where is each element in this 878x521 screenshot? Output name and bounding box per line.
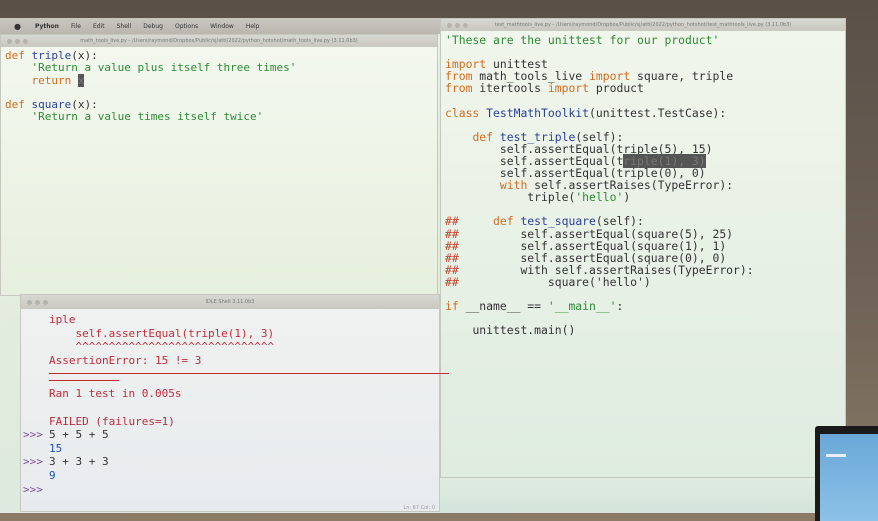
string-literal: 'Return a value times itself twice' bbox=[31, 110, 264, 124]
shell-prompt: >>> bbox=[23, 455, 43, 469]
shell-titlebar[interactable]: IDLE Shell 3.11.0b3 bbox=[21, 295, 439, 309]
editor-empty-area bbox=[440, 478, 846, 513]
apple-icon[interactable]: ● bbox=[14, 22, 21, 31]
monitor-display bbox=[820, 434, 878, 521]
code-token: __name__ == bbox=[465, 299, 548, 314]
code-token: square('hello') bbox=[547, 274, 651, 289]
window-title: test_mathtools_live.py - /Users/raymond/… bbox=[494, 22, 792, 28]
menu-file[interactable]: File bbox=[71, 23, 81, 30]
code-line: from itertools import product bbox=[445, 82, 841, 94]
shell-error-text bbox=[49, 401, 56, 414]
code-token: triple( bbox=[527, 190, 576, 205]
function-name: TestMathToolkit bbox=[486, 105, 590, 120]
shell-error-text: ^^^^^^^^^^^^^^^^^^^^^^^^^^^^^^ bbox=[49, 340, 275, 354]
string-literal: 'Return a value plus itself three times' bbox=[31, 61, 297, 75]
shell-error-text: iple bbox=[49, 313, 76, 326]
shell-error-text: Ran 1 test in 0.005s bbox=[49, 387, 182, 401]
code-line: ## square('hello') bbox=[445, 276, 841, 288]
shell-status: Ln: 67 Col: 0 bbox=[403, 505, 435, 511]
code-editor-text[interactable]: def triple(x): 'Return a value plus itse… bbox=[1, 47, 437, 127]
code-line: unittest.main() bbox=[445, 324, 841, 336]
code-token: (x): bbox=[71, 49, 98, 62]
idle-shell-window: IDLE Shell 3.11.0b3 iple self.assertEqua… bbox=[20, 294, 449, 513]
shell-line: Ran 1 test in 0.005s bbox=[49, 387, 435, 401]
code-token: square, triple bbox=[637, 69, 734, 84]
code-line: triple('hello') bbox=[445, 191, 841, 203]
separator-line bbox=[49, 380, 119, 382]
projected-screen: ● Python File Edit Shell Debug Options W… bbox=[0, 18, 846, 513]
separator-line bbox=[49, 373, 449, 375]
keyword: def bbox=[5, 98, 32, 112]
external-monitor bbox=[815, 426, 878, 521]
code-line: 'These are the unittest for our product' bbox=[445, 34, 841, 46]
shell-prompt: >>> bbox=[23, 428, 43, 442]
code-line: class TestMathToolkit(unittest.TestCase)… bbox=[445, 107, 841, 119]
editor-window-math-tools: math_tools_live.py - /Users/raymond/Drop… bbox=[0, 34, 438, 296]
function-name: square bbox=[31, 98, 72, 112]
code-line: if __name__ == '__main__': bbox=[445, 300, 841, 312]
code-token: unittest.main() bbox=[472, 323, 576, 338]
shell-result: 15 bbox=[49, 441, 63, 455]
shell-line: ^^^^^^^^^^^^^^^^^^^^^^^^^^^^^^ bbox=[49, 340, 435, 354]
keyword: import bbox=[547, 81, 596, 96]
shell-text[interactable]: iple self.assertEqual(triple(1), 3) ^^^^… bbox=[21, 309, 449, 499]
menu-help[interactable]: Help bbox=[246, 23, 260, 30]
editor-window-test-mathtools: test_mathtools_live.py - /Users/raymond/… bbox=[440, 18, 846, 478]
code-line: 'Return a value times itself twice' bbox=[5, 111, 433, 123]
menu-edit[interactable]: Edit bbox=[93, 23, 105, 30]
string-literal: 'hello' bbox=[575, 190, 624, 205]
shell-error-text: FAILED (failures=1) bbox=[49, 414, 175, 428]
code-token: : bbox=[616, 299, 624, 314]
shell-line: >>> 3 + 3 + 3 bbox=[23, 455, 435, 469]
shell-line: FAILED (failures=1) bbox=[49, 415, 435, 429]
code-editor-text[interactable]: 'These are the unittest for our product'… bbox=[441, 31, 845, 339]
shell-input bbox=[49, 483, 56, 496]
string-literal: '__main__' bbox=[547, 299, 617, 314]
code-token: (x): bbox=[71, 98, 98, 112]
code-token: (unittest.TestCase): bbox=[589, 105, 727, 120]
menu-shell[interactable]: Shell bbox=[117, 23, 132, 30]
keyword: def bbox=[5, 49, 32, 62]
function-name: triple bbox=[31, 49, 72, 62]
shell-line: >>> 5 + 5 + 5 bbox=[23, 428, 435, 442]
shell-prompt: >>> bbox=[23, 482, 43, 496]
menu-python[interactable]: Python bbox=[35, 23, 59, 30]
window-title: IDLE Shell 3.11.0b3 bbox=[205, 299, 255, 305]
code-line: return x bbox=[5, 73, 433, 87]
string-literal: 'These are the unittest for our product' bbox=[445, 33, 720, 47]
code-token: itertools bbox=[479, 81, 548, 96]
shell-result: 9 bbox=[49, 468, 56, 482]
editor-titlebar[interactable]: test_mathtools_live.py - /Users/raymond/… bbox=[441, 19, 845, 31]
code-token: product bbox=[595, 81, 644, 96]
menu-options[interactable]: Options bbox=[175, 23, 198, 30]
code-token: ) bbox=[623, 190, 631, 205]
shell-line: AssertionError: 15 != 3 bbox=[49, 354, 435, 368]
shell-line: 15 bbox=[49, 442, 435, 456]
shell-output[interactable]: iple self.assertEqual(triple(1), 3) ^^^^… bbox=[21, 309, 449, 513]
editor-titlebar[interactable]: math_tools_live.py - /Users/raymond/Drop… bbox=[1, 35, 437, 47]
shell-line bbox=[49, 401, 435, 415]
menu-debug[interactable]: Debug bbox=[143, 23, 163, 30]
menu-window[interactable]: Window bbox=[210, 23, 234, 30]
shell-line: self.assertEqual(triple(1), 3) bbox=[49, 327, 435, 341]
shell-error-text: self.assertEqual(triple(1), 3) bbox=[49, 326, 275, 340]
shell-line: iple bbox=[49, 313, 435, 327]
keyword: return bbox=[31, 73, 78, 87]
selection-highlight: x bbox=[77, 73, 85, 87]
shell-input: 5 + 5 + 5 bbox=[49, 428, 109, 442]
shell-line: >>> bbox=[23, 483, 435, 497]
shell-error-text: AssertionError: 15 != 3 bbox=[49, 353, 202, 367]
shell-input: 3 + 3 + 3 bbox=[49, 455, 109, 469]
shell-line: 9 bbox=[49, 469, 435, 483]
window-title: math_tools_live.py - /Users/raymond/Drop… bbox=[80, 38, 358, 44]
